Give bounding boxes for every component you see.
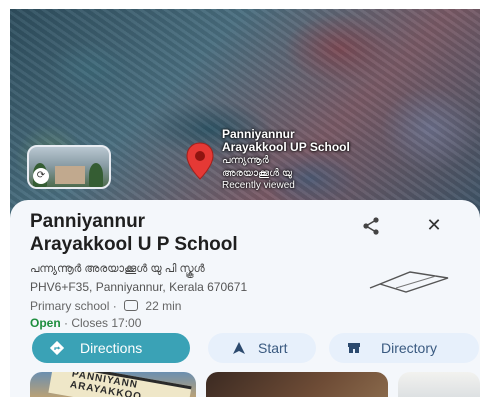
start-button[interactable]: Start bbox=[208, 333, 316, 363]
place-address[interactable]: PHV6+F35, Panniyannur, Kerala 670671 bbox=[30, 280, 247, 294]
pin-label[interactable]: Panniyannur Arayakkool UP School പന്ന്യന… bbox=[222, 128, 350, 192]
pin-malayalam-line1: പന്ന്യന്നൂർ bbox=[222, 155, 269, 166]
directions-label: Directions bbox=[80, 340, 143, 356]
close-icon[interactable]: ✕ bbox=[422, 213, 446, 237]
street-view-thumbnail[interactable]: ⟳ bbox=[27, 145, 111, 189]
car-icon bbox=[124, 300, 139, 311]
store-icon bbox=[348, 343, 360, 353]
place-category-row: Primary school · 22 min bbox=[30, 299, 181, 313]
maps-screen: ⟳ Panniyannur Arayakkool UP School പന്ന്… bbox=[10, 9, 480, 397]
closing-time: · Closes 17:00 bbox=[64, 316, 142, 330]
photo-strip: PANNIYANN ARAYAKKOO bbox=[30, 372, 480, 397]
directions-icon bbox=[50, 341, 64, 355]
school-sign: PANNIYANN ARAYAKKOO bbox=[48, 372, 192, 397]
building-graphic bbox=[55, 166, 85, 184]
place-malayalam-name: പന്ന്യന്നൂർ അരയാക്കൂൾ യു പി സ്കൂൾ bbox=[30, 263, 205, 275]
location-pin-icon[interactable] bbox=[185, 142, 215, 180]
photo-school-sign[interactable]: PANNIYANN ARAYAKKOO bbox=[30, 372, 196, 397]
pin-status: Recently viewed bbox=[222, 180, 295, 191]
directory-label: Directory bbox=[381, 340, 438, 356]
directory-button[interactable]: Directory bbox=[329, 333, 479, 363]
photo-building[interactable] bbox=[206, 372, 388, 397]
open-status: Open bbox=[30, 316, 61, 330]
share-icon[interactable] bbox=[360, 215, 382, 237]
opening-hours[interactable]: Open · Closes 17:00 bbox=[30, 316, 141, 330]
place-title-line2: Arayakkool U P School bbox=[30, 234, 238, 255]
directions-button[interactable]: Directions bbox=[32, 333, 190, 363]
photo-classroom[interactable] bbox=[398, 372, 480, 397]
navigation-arrow-icon bbox=[233, 342, 245, 354]
place-details-sheet: Panniyannur Arayakkool U P School ✕ പന്ന… bbox=[10, 200, 480, 397]
pin-malayalam-line2: അരയാക്കൂൾ യു bbox=[222, 168, 293, 179]
place-title-line1: Panniyannur bbox=[30, 211, 146, 232]
separator-dot: · bbox=[112, 299, 117, 313]
start-label: Start bbox=[258, 340, 288, 356]
drive-time: 22 min bbox=[145, 299, 182, 313]
tree-graphic bbox=[89, 163, 103, 187]
pin-name-line2: Arayakkool UP School bbox=[222, 140, 350, 154]
street-view-icon: ⟳ bbox=[33, 168, 49, 184]
place-title: Panniyannur Arayakkool U P School bbox=[30, 210, 350, 256]
scribble-mark-icon bbox=[369, 271, 449, 293]
place-category: Primary school bbox=[30, 299, 110, 313]
